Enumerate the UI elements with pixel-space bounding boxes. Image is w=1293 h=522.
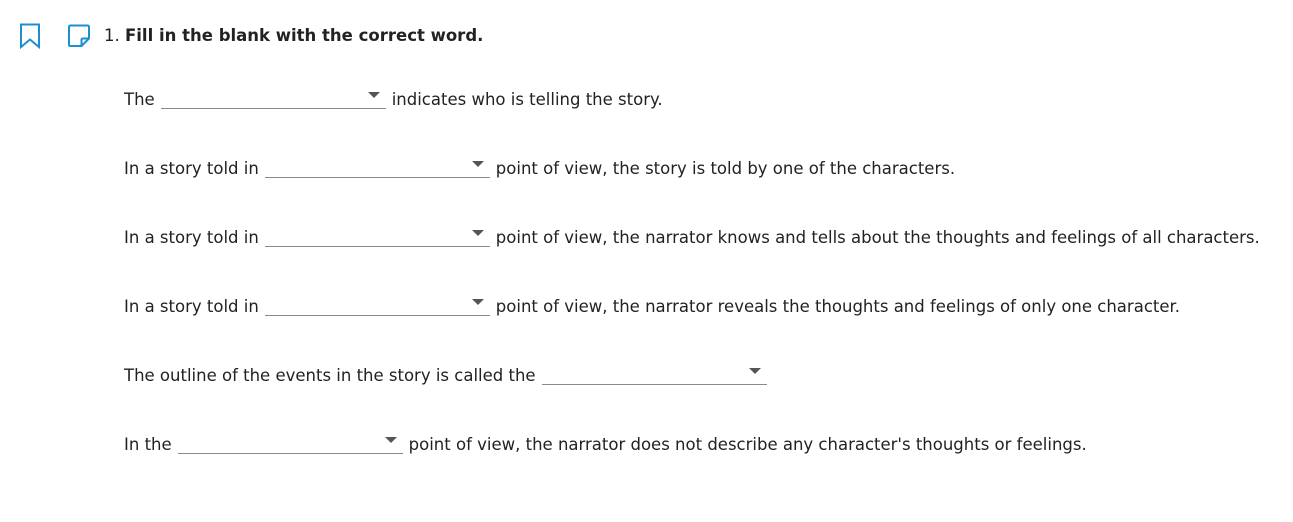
row-text-before: The outline of the events in the story i… bbox=[124, 366, 536, 385]
row-text-before: The bbox=[124, 90, 155, 109]
answer-dropdown[interactable] bbox=[541, 357, 767, 385]
question-number: 1. bbox=[104, 26, 120, 45]
answer-dropdown[interactable] bbox=[264, 219, 490, 247]
answer-dropdown[interactable] bbox=[177, 426, 403, 454]
row-text-before: In a story told in bbox=[124, 228, 259, 247]
question-header: 1. Fill in the blank with the correct wo… bbox=[104, 26, 483, 46]
row-text-before: In a story told in bbox=[124, 159, 259, 178]
chevron-down-icon bbox=[367, 92, 380, 98]
answer-dropdown[interactable] bbox=[160, 81, 386, 109]
row-text-after: point of view, the story is told by one … bbox=[495, 159, 956, 178]
question-prompt: Fill in the blank with the correct word. bbox=[125, 26, 484, 45]
row-text-before: In the bbox=[124, 435, 172, 454]
answer-dropdown[interactable] bbox=[264, 288, 490, 316]
chevron-down-icon bbox=[471, 230, 484, 236]
fill-in-row: In a story told in point of view, the st… bbox=[124, 159, 955, 179]
bookmark-icon[interactable] bbox=[19, 23, 41, 49]
fill-in-row: In a story told in point of view, the na… bbox=[124, 297, 1180, 317]
row-text-after: point of view, the narrator reveals the … bbox=[495, 297, 1181, 316]
chevron-down-icon bbox=[471, 161, 484, 167]
row-text-after: point of view, the narrator does not des… bbox=[408, 435, 1087, 454]
fill-in-row: The indicates who is telling the story. bbox=[124, 90, 663, 110]
fill-in-row: In the point of view, the narrator does … bbox=[124, 435, 1087, 455]
row-text-after: indicates who is telling the story. bbox=[391, 90, 663, 109]
row-text-before: In a story told in bbox=[124, 297, 259, 316]
row-text-after: point of view, the narrator knows and te… bbox=[495, 228, 1260, 247]
chevron-down-icon bbox=[471, 299, 484, 305]
fill-in-row: The outline of the events in the story i… bbox=[124, 366, 773, 386]
answer-dropdown[interactable] bbox=[264, 150, 490, 178]
chevron-down-icon bbox=[748, 368, 761, 374]
chevron-down-icon bbox=[384, 437, 397, 443]
note-icon[interactable] bbox=[67, 24, 91, 48]
fill-in-row: In a story told in point of view, the na… bbox=[124, 228, 1260, 248]
